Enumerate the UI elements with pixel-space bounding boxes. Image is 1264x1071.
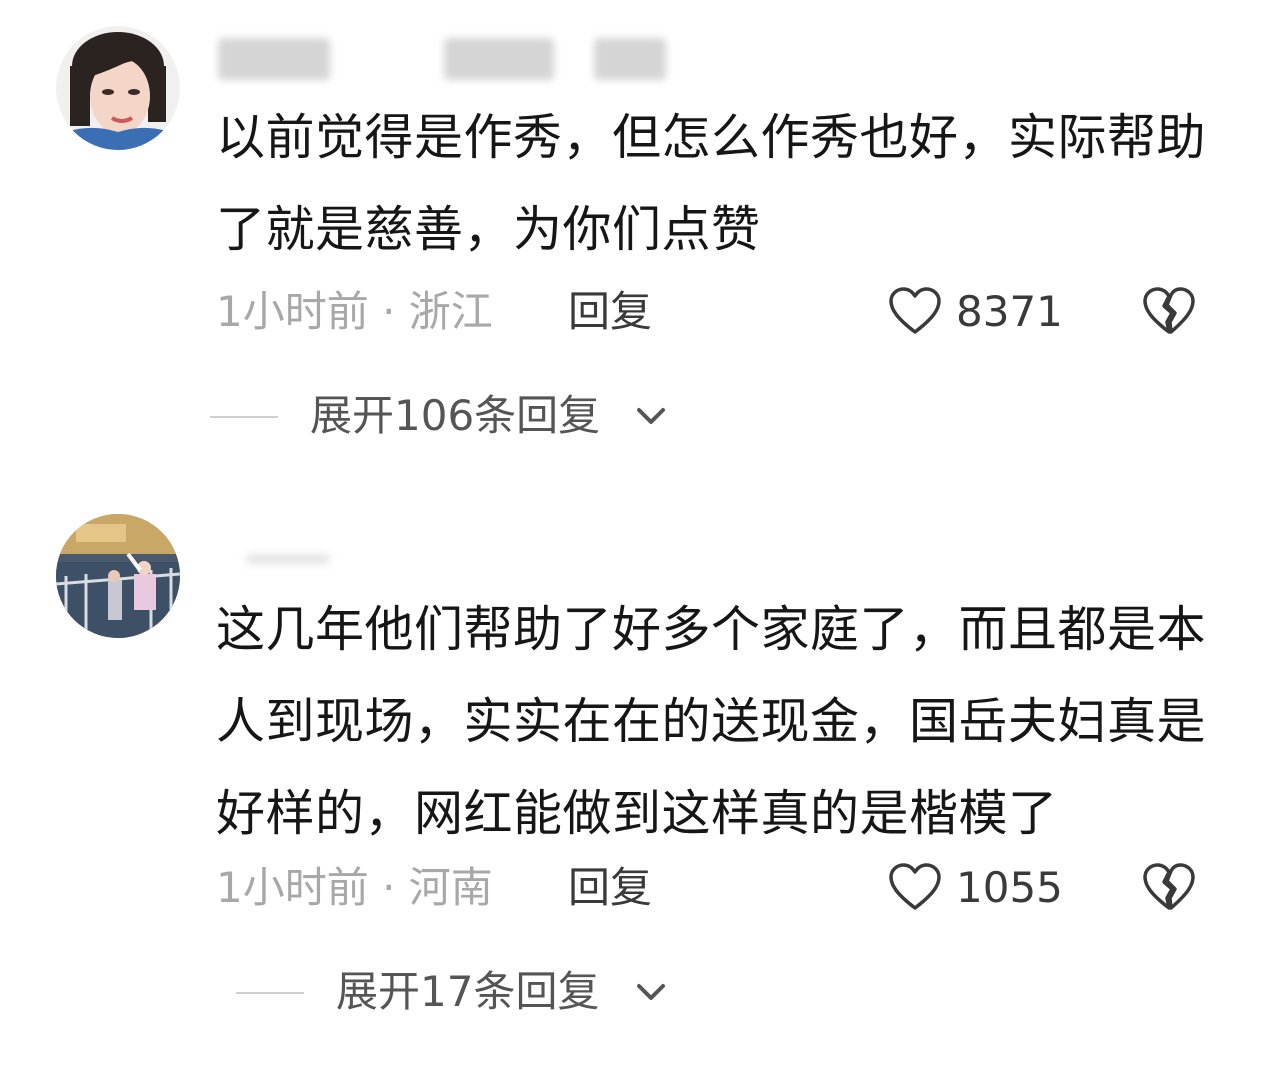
chevron-down-icon: [637, 984, 665, 1000]
avatar[interactable]: [56, 26, 180, 150]
divider-line: [210, 416, 278, 418]
heart-outline-icon[interactable]: [888, 286, 942, 336]
expand-replies-button[interactable]: 展开106条回复: [210, 386, 680, 446]
broken-heart-icon[interactable]: [1142, 286, 1196, 336]
expand-replies-label: 展开106条回复: [310, 391, 601, 440]
comment-text: 以前觉得是作秀，但怎么作秀也好，实际帮助了就是慈善，为你们点赞: [216, 109, 1207, 258]
broken-heart-icon[interactable]: [1142, 862, 1196, 912]
divider-line: [236, 992, 304, 994]
comment-item: 这几年他们帮助了好多个家庭了，而且都是本人到现场，实实在在的送现金，国岳夫妇真是…: [0, 500, 1264, 1071]
chevron-down-icon: [637, 408, 665, 424]
comment-text: 这几年他们帮助了好多个家庭了，而且都是本人到现场，实实在在的送现金，国岳夫妇真是…: [216, 601, 1207, 842]
reply-button[interactable]: 回复: [568, 858, 652, 918]
username-blurred[interactable]: [218, 38, 678, 80]
reply-button[interactable]: 回复: [568, 282, 652, 342]
time-location: 1小时前 · 浙江: [216, 287, 493, 336]
like-count: 1055: [956, 863, 1063, 912]
comment-meta: 1小时前 · 浙江 回复 8371: [216, 282, 1226, 342]
avatar-image: [56, 514, 180, 638]
expand-replies-label: 展开17条回复: [336, 967, 600, 1016]
heart-outline-icon[interactable]: [888, 862, 942, 912]
time-location: 1小时前 · 河南: [216, 863, 493, 912]
like-count: 8371: [956, 287, 1063, 336]
comment-item: 以前觉得是作秀，但怎么作秀也好，实际帮助了就是慈善，为你们点赞 1小时前 · 浙…: [0, 0, 1264, 470]
avatar[interactable]: [56, 514, 180, 638]
expand-replies-button[interactable]: 展开17条回复: [236, 962, 676, 1022]
avatar-image: [56, 26, 180, 150]
comment-meta: 1小时前 · 河南 回复 1055: [216, 858, 1226, 918]
